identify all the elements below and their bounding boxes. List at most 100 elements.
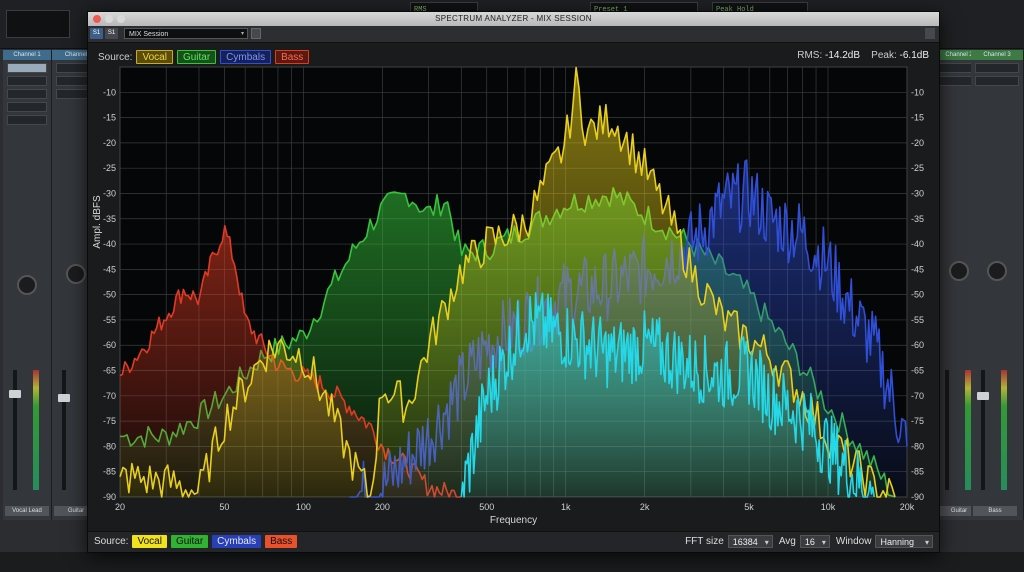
y-tick-label-left: -85: [103, 467, 116, 477]
peak-label: Peak:: [871, 50, 897, 61]
x-tick-label: 20k: [900, 502, 915, 512]
y-tick-label-left: -35: [103, 214, 116, 224]
strip-insert-slot[interactable]: [7, 76, 47, 86]
avg-select[interactable]: 16: [799, 535, 830, 549]
top-source-guitar[interactable]: Guitar: [176, 50, 217, 64]
mixer-strip-right-2[interactable]: Channel 3 Bass: [971, 50, 1024, 520]
y-tick-label-left: -90: [103, 492, 116, 502]
spectrum-plot: -10 -10 -15 -15 -20 -20 -25 -25 -30 -30 -35 -35 -40 -…: [88, 43, 939, 537]
y-tick-label-left: -65: [103, 366, 116, 376]
y-tick-label-right: -50: [911, 290, 924, 300]
spectrum-chart: -10 -10 -15 -15 -20 -20 -25 -25 -30 -30 -35 -35 -40 -…: [92, 66, 924, 526]
y-tick-label-left: -75: [103, 416, 116, 426]
x-tick-label: 200: [375, 502, 390, 512]
fft-size-label: FFT size: [685, 536, 724, 547]
y-tick-label-left: -10: [103, 87, 116, 97]
y-tick-label-left: -20: [103, 138, 116, 148]
bottom-source-bass[interactable]: Bass: [265, 535, 298, 548]
strip-insert-slot[interactable]: [7, 63, 47, 73]
avg-label: Avg: [778, 536, 796, 547]
top-source-label: Source:: [98, 51, 133, 63]
x-tick-label: 1k: [561, 502, 571, 512]
x-tick-label: 2k: [640, 502, 650, 512]
fader-cap[interactable]: [58, 394, 70, 402]
strip-insert-slot[interactable]: [975, 76, 1019, 86]
y-tick-label-left: -80: [103, 441, 116, 451]
strip-insert-slot[interactable]: [975, 63, 1019, 73]
window-label: Window: [835, 536, 872, 547]
y-tick-label-right: -20: [911, 138, 924, 148]
y-tick-label-right: -40: [911, 239, 924, 249]
x-tick-label: 20: [115, 502, 125, 512]
chevron-down-icon: ▾: [240, 31, 244, 37]
toolbar-s1-button[interactable]: S1: [90, 28, 103, 39]
peak-value: -6.1dB: [899, 50, 929, 61]
window-titlebar: SPECTRUM ANALYZER - MIX SESSION: [88, 12, 939, 26]
y-tick-label-right: -70: [911, 391, 924, 401]
toolbar-s1-alt-button[interactable]: S1: [105, 28, 118, 39]
y-tick-label-right: -10: [911, 87, 924, 97]
pan-knob[interactable]: [949, 261, 969, 281]
y-tick-label-right: -15: [911, 113, 924, 123]
session-options-button[interactable]: [251, 28, 261, 39]
rms-value: -14.2dB: [825, 50, 861, 61]
fader-cap[interactable]: [9, 390, 21, 398]
rms-label: RMS:: [797, 50, 823, 61]
y-tick-label-right: -80: [911, 441, 924, 451]
y-tick-label-left: -45: [103, 264, 116, 274]
fft-size-select[interactable]: 16384: [727, 535, 773, 549]
fader-track[interactable]: [981, 370, 985, 490]
pan-knob[interactable]: [66, 264, 86, 284]
spectrum-analyzer-window: SPECTRUM ANALYZER - MIX SESSION S1 S1 MI…: [87, 11, 940, 553]
window-function-select[interactable]: Hanning: [875, 535, 933, 549]
y-tick-label-right: -60: [911, 340, 924, 350]
y-tick-label-right: -85: [911, 467, 924, 477]
window-title: SPECTRUM ANALYZER - MIX SESSION: [435, 14, 592, 23]
strip-insert-slot[interactable]: [7, 89, 47, 99]
fader-track[interactable]: [945, 370, 949, 490]
top-source-selector: Source: Vocal Guitar Cymbals Bass: [98, 50, 310, 64]
session-select-value: MIX Session: [129, 31, 169, 38]
strip-name: Vocal Lead: [5, 506, 49, 516]
x-tick-label: 50: [219, 502, 229, 512]
mixer-strip-left-1[interactable]: Channel 1 Vocal Lead: [3, 50, 52, 520]
fft-controls: FFT size 16384 Avg 16 Window Hanning: [685, 535, 933, 549]
y-tick-label-right: -75: [911, 416, 924, 426]
y-tick-label-left: -40: [103, 239, 116, 249]
fader-track[interactable]: [13, 370, 17, 490]
x-tick-label: 10k: [821, 502, 836, 512]
top-source-vocal[interactable]: Vocal: [136, 50, 173, 64]
analyzer-footer: Source: Vocal Guitar Cymbals Bass FFT si…: [88, 531, 939, 552]
pan-knob[interactable]: [987, 261, 1007, 281]
y-tick-label-left: -25: [103, 163, 116, 173]
bottom-source-label: Source:: [94, 536, 129, 547]
strip-insert-slot[interactable]: [7, 102, 47, 112]
top-source-cymbals[interactable]: Cymbals: [220, 50, 272, 64]
daw-bottom-strip: [0, 552, 1024, 572]
y-tick-label-left: -70: [103, 391, 116, 401]
fader-track[interactable]: [62, 370, 66, 490]
y-axis-label: Ampl. dBFS: [92, 195, 103, 249]
y-tick-label-left: -60: [103, 340, 116, 350]
bottom-source-guitar[interactable]: Guitar: [170, 535, 209, 548]
strip-header: Channel 1: [3, 50, 51, 60]
window-toolbar: S1 S1 MIX Session ▾: [88, 26, 939, 43]
menu-icon[interactable]: [925, 28, 935, 39]
bottom-source-cymbals[interactable]: Cymbals: [212, 535, 262, 548]
y-tick-label-right: -30: [911, 188, 924, 198]
bottom-source-vocal[interactable]: Vocal: [132, 535, 167, 548]
x-tick-label: 100: [296, 502, 311, 512]
session-select[interactable]: MIX Session ▾: [124, 28, 248, 39]
y-tick-label-right: -35: [911, 214, 924, 224]
y-tick-label-right: -45: [911, 264, 924, 274]
y-tick-label-left: -55: [103, 315, 116, 325]
y-tick-label-right: -65: [911, 366, 924, 376]
top-source-bass[interactable]: Bass: [275, 50, 310, 64]
strip-insert-slot[interactable]: [7, 115, 47, 125]
x-tick-label: 500: [479, 502, 494, 512]
fader-cap[interactable]: [977, 392, 989, 400]
level-stats: RMS: -14.2dB Peak: -6.1dB: [797, 50, 929, 61]
pan-knob[interactable]: [17, 275, 37, 295]
y-tick-label-right: -25: [911, 163, 924, 173]
analyzer-panel: -10 -10 -15 -15 -20 -20 -25 -25 -30 -30 -35 -35 -40 -…: [88, 43, 939, 552]
